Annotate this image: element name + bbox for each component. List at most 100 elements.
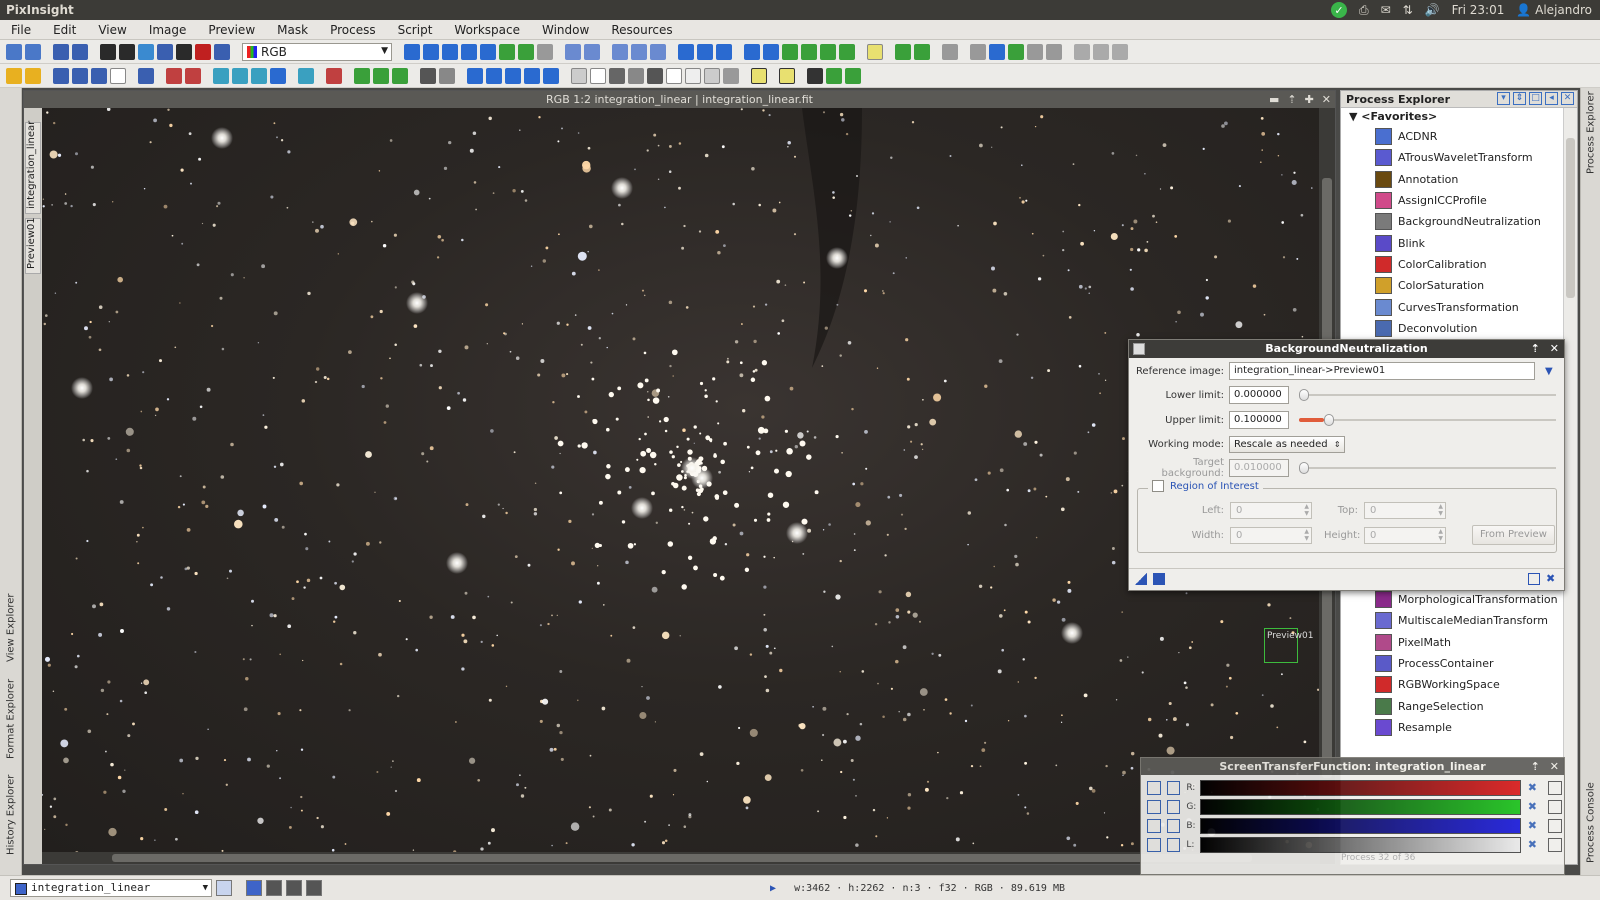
duplicate-icon[interactable]: [119, 43, 135, 60]
favorites-node[interactable]: ▼ <Favorites>: [1341, 108, 1563, 126]
shade-icon[interactable]: ⇡: [1531, 758, 1540, 775]
tile-icon[interactable]: [826, 67, 842, 84]
edit-preview-icon[interactable]: [518, 43, 534, 60]
auto-stretch-icon[interactable]: ✖: [1528, 781, 1542, 795]
folder-icon[interactable]: [25, 67, 41, 84]
stack-2-icon[interactable]: [185, 67, 201, 84]
network-icon[interactable]: ⇅: [1403, 3, 1413, 17]
mirror-v-icon[interactable]: [543, 67, 559, 84]
clear-icon[interactable]: [590, 67, 606, 84]
rotate-3-icon[interactable]: [392, 67, 408, 84]
width-spinbox[interactable]: 0 ▲ ▼: [1230, 527, 1312, 544]
link-icon[interactable]: [1548, 800, 1562, 814]
new-image-icon[interactable]: [100, 43, 116, 60]
link-icon[interactable]: [1548, 838, 1562, 852]
slider-knob[interactable]: [1324, 414, 1334, 426]
pointer-icon[interactable]: [537, 43, 553, 60]
menu-mask[interactable]: Mask: [266, 23, 319, 37]
from-preview-button[interactable]: From Preview: [1472, 525, 1555, 545]
close-icon[interactable]: ✕: [1561, 92, 1574, 105]
stf-tool-2-icon[interactable]: [1166, 819, 1181, 833]
disabled-2-icon[interactable]: [1093, 43, 1109, 60]
process-item-assigniccprofile[interactable]: AssignICCProfile: [1341, 190, 1563, 211]
cascade-icon[interactable]: [807, 67, 823, 84]
preview-icon[interactable]: [678, 43, 694, 60]
reset-icon[interactable]: ✖: [1546, 573, 1558, 585]
horizontal-scrollbar[interactable]: [42, 852, 1320, 864]
process-item-pixelmath[interactable]: PixelMath: [1341, 632, 1563, 653]
display-rgb-icon[interactable]: [246, 880, 262, 896]
channel-histogram-bar[interactable]: [1199, 799, 1521, 815]
zoom-one-icon[interactable]: [461, 43, 477, 60]
shade-icon[interactable]: ⇡: [1531, 340, 1540, 358]
channel-histogram-bar[interactable]: [1199, 837, 1521, 853]
open-icon[interactable]: [53, 43, 69, 60]
mail-icon[interactable]: ✉: [1381, 3, 1391, 17]
contrast-icon[interactable]: [420, 67, 436, 84]
process-item-morphologicaltransformation[interactable]: MorphologicalTransformation: [1341, 589, 1563, 610]
mask-icon[interactable]: [744, 43, 760, 60]
undo-icon[interactable]: [6, 43, 22, 60]
tile-2-icon[interactable]: [845, 67, 861, 84]
minimize-icon[interactable]: ▬: [1269, 91, 1279, 108]
process-item-curvestransformation[interactable]: CurvesTransformation: [1341, 296, 1563, 317]
invert-icon[interactable]: [176, 43, 192, 60]
process-item-multiscalemediantransform[interactable]: MultiscaleMedianTransform: [1341, 610, 1563, 631]
mask-2-icon[interactable]: [763, 43, 779, 60]
apply-global-icon[interactable]: [1528, 573, 1540, 585]
image-window-titlebar[interactable]: RGB 1:2 integration_linear | integration…: [24, 91, 1335, 108]
auto-stretch-icon[interactable]: ✖: [1528, 819, 1542, 833]
align-2-icon[interactable]: [1046, 43, 1062, 60]
slider-knob[interactable]: [1299, 389, 1309, 401]
close-icon[interactable]: ✕: [1550, 758, 1559, 775]
mask-enable-icon[interactable]: [801, 43, 817, 60]
process-item-acdnr[interactable]: ACDNR: [1341, 126, 1563, 147]
new-instance-icon[interactable]: [1135, 573, 1147, 585]
history-2-icon[interactable]: [989, 43, 1005, 60]
slider-knob[interactable]: [1299, 462, 1309, 474]
link-icon[interactable]: [1548, 781, 1562, 795]
printer-icon[interactable]: ⎙: [1359, 3, 1369, 18]
lower-limit-field[interactable]: 0.000000: [1229, 386, 1289, 404]
history-3-icon[interactable]: [1008, 43, 1024, 60]
stf-tool-icon[interactable]: [1147, 781, 1161, 795]
maximize-icon[interactable]: ✚: [1305, 91, 1314, 108]
new-preview-icon[interactable]: [499, 43, 515, 60]
process-item-blink[interactable]: Blink: [1341, 232, 1563, 253]
menu-view[interactable]: View: [87, 23, 137, 37]
process-icon[interactable]: [942, 43, 958, 60]
fill-gray2-icon[interactable]: [723, 67, 739, 84]
red-channel-icon[interactable]: [195, 43, 211, 60]
stf-active-icon[interactable]: [867, 43, 883, 60]
tab-process-explorer[interactable]: Process Explorer: [1582, 88, 1600, 178]
move-tool-icon[interactable]: [404, 43, 420, 60]
window-icon[interactable]: [751, 67, 767, 84]
zoom-fill-icon[interactable]: [480, 43, 496, 60]
preview-2-icon[interactable]: [697, 43, 713, 60]
layer-icon[interactable]: [138, 67, 154, 84]
process-item-annotation[interactable]: Annotation: [1341, 169, 1563, 190]
fill-mid-icon[interactable]: [704, 67, 720, 84]
process-item-backgroundneutralization[interactable]: BackgroundNeutralization: [1341, 211, 1563, 232]
grid-icon[interactable]: [270, 67, 286, 84]
display-red-icon[interactable]: [266, 880, 282, 896]
tab-format-explorer[interactable]: Format Explorer: [2, 674, 20, 764]
rgb-channels-icon[interactable]: [138, 43, 154, 60]
rotate-right-icon[interactable]: [486, 67, 502, 84]
process-item-colorcalibration[interactable]: ColorCalibration: [1341, 254, 1563, 275]
image-icon[interactable]: [53, 67, 69, 84]
user-menu[interactable]: 👤 Alejandro: [1516, 3, 1592, 17]
process-item-resample[interactable]: Resample: [1341, 717, 1563, 738]
rotate-180-icon[interactable]: [505, 67, 521, 84]
link-icon[interactable]: [1548, 819, 1562, 833]
image-3-icon[interactable]: [91, 67, 107, 84]
tab-integration-linear[interactable]: integration_linear: [25, 121, 41, 214]
height-spinbox[interactable]: 0 ▲ ▼: [1364, 527, 1446, 544]
top-spinbox[interactable]: 0 ▲ ▼: [1364, 502, 1446, 519]
script-edit-icon[interactable]: [914, 43, 930, 60]
auto-stretch-icon[interactable]: ✖: [1528, 800, 1542, 814]
fill-gray-icon[interactable]: [628, 67, 644, 84]
color-space-select[interactable]: RGB ▼: [242, 42, 392, 61]
apply-icon[interactable]: [1153, 573, 1165, 585]
close-icon[interactable]: ✕: [1322, 91, 1331, 108]
